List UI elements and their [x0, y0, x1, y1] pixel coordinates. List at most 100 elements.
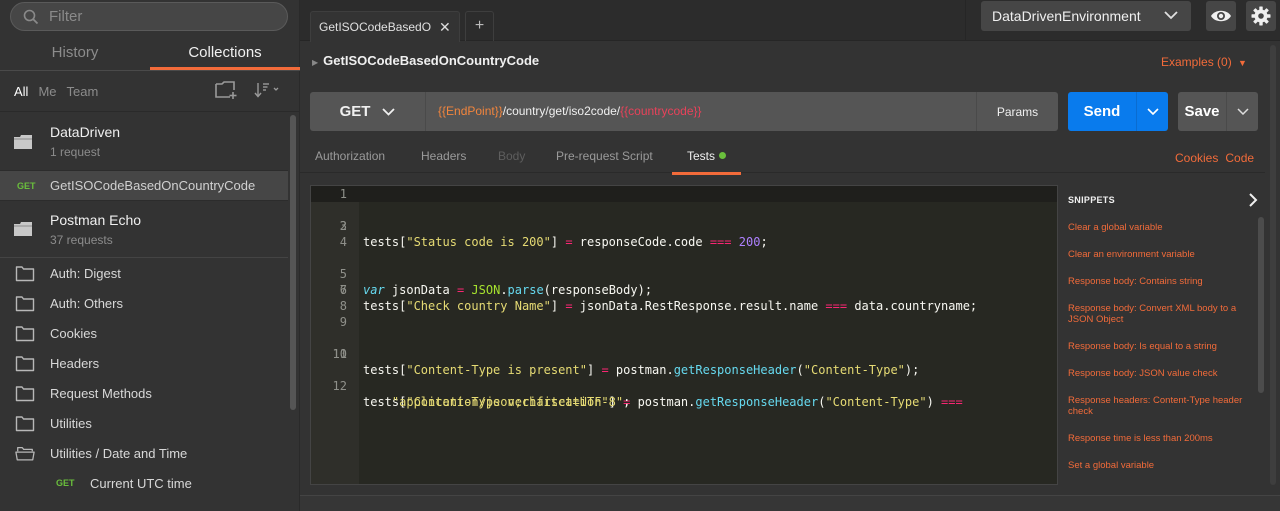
postman-app: History Collections All Me Team DataDriv…: [0, 0, 1280, 511]
request-tab[interactable]: GetISOCodeBasedOnCountryCode ✕: [310, 11, 460, 42]
method-badge: GET: [56, 478, 75, 488]
code-line: 12 tests["Content-Type verifitcation"] =…: [311, 362, 963, 409]
sidebar-scrollbar[interactable]: [290, 115, 296, 410]
owner-filter-me[interactable]: Me: [38, 84, 56, 99]
new-collection-icon[interactable]: [214, 80, 240, 100]
main-scrollbar[interactable]: [1270, 45, 1276, 485]
cookies-link[interactable]: Cookies: [1175, 151, 1218, 165]
folder-open-icon: [15, 446, 35, 460]
owner-filter-team[interactable]: Team: [67, 84, 99, 99]
environment-select[interactable]: DataDrivenEnvironment: [981, 1, 1191, 31]
tab-pre-request-script[interactable]: Pre-request Script: [556, 149, 653, 163]
send-label[interactable]: Send: [1068, 92, 1137, 131]
tab-tests[interactable]: Tests: [672, 149, 742, 175]
request-item[interactable]: GET Current UTC time: [0, 468, 288, 498]
collection-count: 37 requests: [50, 232, 113, 247]
chevron-down-icon: [1236, 108, 1249, 115]
folder-name: Cookies: [50, 325, 97, 341]
close-icon[interactable]: ✕: [439, 19, 451, 36]
line-number: 7: [339, 283, 347, 297]
new-tab-button[interactable]: +: [465, 11, 494, 41]
snippets-list: Clear a global variable Clear an environ…: [1068, 222, 1258, 487]
line-number: 3: [339, 219, 347, 233]
owner-filter-all[interactable]: All: [14, 84, 28, 99]
request-tab-label: GetISOCodeBasedOnCountryCode: [319, 20, 431, 34]
folder-icon: [14, 134, 32, 149]
url-input[interactable]: {{EndPoint}}/country/get/iso2code/{{coun…: [438, 104, 702, 118]
send-button[interactable]: Send: [1068, 92, 1168, 131]
send-options-button[interactable]: [1137, 92, 1168, 131]
examples-label: Examples (0): [1161, 55, 1232, 69]
snippet-item[interactable]: Set a global variable: [1068, 460, 1258, 471]
folder-outline-icon: [15, 265, 35, 281]
snippet-item[interactable]: Response headers: Content-Type header ch…: [1068, 395, 1258, 417]
tab-headers[interactable]: Headers: [421, 149, 466, 163]
folder-item[interactable]: Cookies: [0, 318, 288, 348]
sidebar-tabs: History Collections: [0, 38, 300, 71]
chevron-right-icon[interactable]: [1248, 193, 1258, 207]
url-bar: GET {{EndPoint}}/country/get/iso2code/{{…: [310, 92, 1058, 131]
folder-name: Headers: [50, 355, 100, 371]
tab-body[interactable]: Body: [498, 149, 525, 163]
filter-box[interactable]: [10, 2, 288, 31]
folder-item[interactable]: Headers: [0, 348, 288, 378]
tests-code-editor[interactable]: 1 2 tests["Status code is 200"] = respon…: [310, 185, 1058, 485]
save-label[interactable]: Save: [1178, 92, 1227, 131]
code-line: 10 tests["Content-Type is present"] = po…: [311, 330, 920, 377]
save-options-button[interactable]: [1227, 92, 1258, 131]
response-pane-divider: [300, 495, 1280, 511]
folder-item[interactable]: Auth: Others: [0, 288, 288, 318]
params-button[interactable]: Params: [976, 92, 1058, 131]
line-number: 8: [339, 299, 347, 313]
url-path: /country/get/iso2code/: [502, 104, 621, 118]
snippet-item[interactable]: Response body: Contains string: [1068, 276, 1258, 287]
snippets-heading: SNIPPETS: [1068, 195, 1115, 205]
filter-input[interactable]: [49, 8, 269, 25]
folder-item[interactable]: Utilities: [0, 408, 288, 438]
folder-outline-icon: [15, 325, 35, 341]
snippet-item[interactable]: Clear a global variable: [1068, 222, 1258, 233]
line-number: 4: [339, 235, 347, 249]
folder-name: Auth: Others: [50, 295, 123, 311]
request-title[interactable]: ▶ GetISOCodeBasedOnCountryCode: [312, 53, 539, 68]
url-variable-countrycode: {{countrycode}}: [620, 104, 702, 118]
owner-filter-row: All Me Team: [0, 72, 300, 112]
snippet-item[interactable]: Response body: Convert XML body to a JSO…: [1068, 303, 1258, 325]
method-badge: GET: [17, 180, 36, 191]
snippet-item[interactable]: Response body: Is equal to a string: [1068, 341, 1258, 352]
code-line: 6 tests["Check country Name"] = jsonData…: [311, 266, 977, 313]
quick-look-button[interactable]: [1206, 1, 1236, 31]
save-button[interactable]: Save: [1178, 92, 1258, 131]
settings-button[interactable]: [1246, 1, 1276, 31]
snippet-item[interactable]: Clear an environment variable: [1068, 249, 1258, 260]
tab-history[interactable]: History: [0, 38, 150, 70]
code-link[interactable]: Code: [1225, 151, 1254, 165]
tab-collections[interactable]: Collections: [150, 38, 300, 70]
collection-list: DataDriven 1 request GET GetISOCodeBased…: [0, 113, 288, 498]
tab-tests-label: Tests: [687, 149, 716, 163]
expand-caret-icon[interactable]: ▶: [312, 58, 318, 67]
snippet-item[interactable]: Response time is less than 200ms: [1068, 433, 1258, 444]
chevron-down-icon: [382, 107, 396, 116]
snippet-item[interactable]: Response body: JSON value check: [1068, 368, 1258, 379]
folder-item-open[interactable]: Utilities / Date and Time: [0, 438, 288, 468]
sort-icon[interactable]: [254, 81, 282, 99]
chevron-down-icon: [1146, 108, 1159, 115]
request-subtabs: Authorization Headers Body Pre-request S…: [300, 142, 1265, 175]
right-links: Cookies Code: [1175, 151, 1261, 165]
folder-item[interactable]: Request Methods: [0, 378, 288, 408]
search-icon: [23, 9, 39, 24]
examples-dropdown[interactable]: Examples (0) ▼: [1161, 55, 1247, 69]
snippets-scrollbar[interactable]: [1258, 217, 1264, 393]
url-variable-endpoint: {{EndPoint}}: [438, 104, 503, 118]
folder-item[interactable]: Auth: Digest: [0, 258, 288, 288]
code-line: 5 var jsonData = JSON.parse(responseBody…: [311, 250, 652, 297]
tab-authorization[interactable]: Authorization: [315, 149, 385, 163]
request-name: GetISOCodeBasedOnCountryCode: [50, 178, 256, 193]
method-select[interactable]: GET: [310, 92, 426, 131]
folder-outline-icon: [15, 355, 35, 371]
collection-postman-echo[interactable]: Postman Echo 37 requests: [0, 201, 288, 258]
collection-datadriven[interactable]: DataDriven 1 request: [0, 113, 288, 170]
request-name: Current UTC time: [90, 475, 192, 491]
request-item-selected[interactable]: GET GetISOCodeBasedOnCountryCode: [0, 170, 288, 201]
